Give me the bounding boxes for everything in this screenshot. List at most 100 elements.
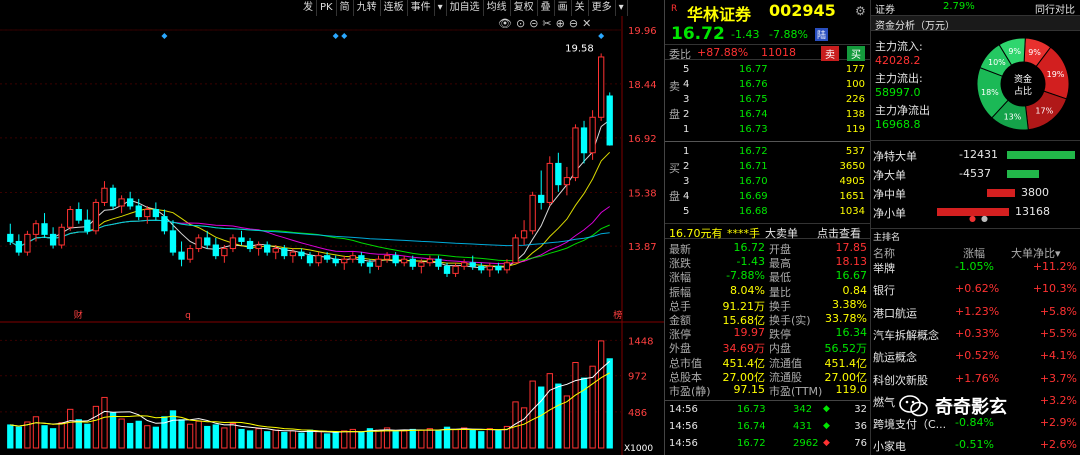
candle[interactable] [520,220,528,246]
sector-row[interactable]: 举牌 -1.05% +11.2% [871,257,1080,279]
candle[interactable] [32,220,40,242]
bid-row[interactable]: 3 16.70 4905 [683,176,869,190]
ask-row[interactable]: 5 16.77 177 [683,64,869,78]
kline-chart[interactable]: 19.96 18.44 16.92 15.38 13.87 19.58 财 q 榜 1448 972… [0,0,664,455]
candle[interactable] [41,213,48,238]
candle[interactable] [452,262,459,277]
toolbar-item[interactable]: 关 [572,0,589,16]
candle[interactable] [315,252,322,267]
sector-row[interactable]: 汽车拆解概念 +0.33% +5.5% [871,324,1080,346]
toolbar-item[interactable]: 加自选 [447,0,484,16]
ask-row[interactable]: 3 16.75 226 [683,94,869,108]
scissors-icon[interactable]: ✂ [542,17,551,31]
sector-rank-tab[interactable]: 主排名 [873,230,900,243]
toolbar-item[interactable]: 连板 [381,0,408,16]
toolbar-item[interactable]: 发 [300,0,317,16]
toolbar-item[interactable]: 均线 [484,0,511,16]
candle[interactable] [478,262,485,274]
event-diamond-icon[interactable] [341,33,348,39]
candle[interactable] [341,255,348,270]
minus-circle-icon[interactable]: ⊝ [529,17,538,31]
candle[interactable] [7,223,14,246]
candle[interactable] [426,255,434,267]
event-marker[interactable]: 财 [74,309,83,321]
candle[interactable] [512,234,519,264]
toolbar-item[interactable]: ▾ [435,0,447,16]
candle[interactable] [392,252,399,267]
candle[interactable] [67,205,74,231]
candle[interactable] [435,255,442,270]
toolbar-item[interactable]: 叠 [538,0,555,16]
candle[interactable] [229,234,237,253]
candle[interactable] [246,237,254,253]
candle[interactable] [84,209,91,235]
candle[interactable] [169,220,177,256]
candle[interactable] [186,245,194,263]
zoom-in-icon[interactable]: ⊕ [556,17,565,31]
candle[interactable] [538,170,545,210]
close-icon[interactable]: ✕ [582,17,591,31]
zoom-out-icon[interactable]: ⊖ [569,17,578,31]
candle[interactable] [212,237,219,260]
candle[interactable] [580,120,588,164]
candle[interactable] [238,230,245,246]
bid-row[interactable]: 4 16.69 1651 [683,191,869,205]
sector-row[interactable]: 航运概念 +0.52% +4.1% [871,346,1080,368]
candle[interactable] [503,259,511,274]
candle[interactable] [486,262,493,277]
bid-row[interactable]: 5 16.68 1034 [683,206,869,220]
page-dot[interactable]: ● [981,214,988,223]
candle[interactable] [572,124,579,182]
candle[interactable] [49,227,57,249]
event-marker[interactable]: 榜 [613,309,622,321]
candle[interactable] [589,110,596,160]
candle[interactable] [75,202,82,224]
candle[interactable] [58,223,65,249]
candle[interactable] [349,252,356,263]
candle[interactable] [264,241,271,256]
toolbar-item[interactable]: PK [317,0,337,16]
toolbar-item[interactable]: ▾ [616,0,628,16]
candle[interactable] [555,152,562,192]
candle[interactable] [401,255,408,267]
candle[interactable] [24,230,31,256]
bid-row[interactable]: 2 16.71 3650 [683,161,869,175]
sector-row[interactable]: 小家电 -0.51% +2.6% [871,435,1080,455]
candle[interactable] [255,241,262,256]
event-diamond-icon[interactable] [161,33,168,39]
candle[interactable] [332,255,339,267]
toolbar-item[interactable]: 九转 [354,0,381,16]
candle[interactable] [383,252,391,263]
candle[interactable] [127,191,134,210]
candle[interactable] [109,184,117,210]
candle[interactable] [298,248,305,260]
circle-icon[interactable]: ⊙ [516,17,525,31]
sector-row[interactable]: 科创次新股 +1.76% +3.7% [871,369,1080,391]
candle[interactable] [178,241,185,267]
ask-row[interactable]: 1 16.73 119 [683,124,869,138]
candle[interactable] [15,234,22,256]
candle[interactable] [495,262,502,274]
sector-row[interactable]: 港口航运 +1.23% +5.8% [871,302,1080,324]
candle[interactable] [606,92,613,146]
ask-row[interactable]: 2 16.74 138 [683,109,869,123]
buy-button[interactable]: 买 [847,46,865,61]
candle[interactable] [161,209,168,235]
gear-icon[interactable]: ⚙ [855,4,866,18]
peer-compare-link[interactable]: 同行对比 [1035,1,1075,16]
candle[interactable] [152,202,160,221]
event-diamond-icon[interactable] [332,33,339,39]
candle[interactable] [358,252,365,267]
candle[interactable] [375,255,382,270]
candle[interactable] [529,191,536,235]
toolbar-item[interactable]: 更多 [589,0,616,16]
toolbar-item[interactable]: 简 [337,0,354,16]
toolbar-item[interactable]: 画 [555,0,572,16]
candle[interactable] [563,166,571,196]
event-diamond-icon[interactable] [598,33,605,39]
ask-row[interactable]: 4 16.76 100 [683,79,869,93]
candle[interactable] [101,181,108,206]
candle[interactable] [546,156,553,206]
sell-button[interactable]: 卖 [821,46,839,61]
bid-row[interactable]: 1 16.72 537 [683,146,869,160]
